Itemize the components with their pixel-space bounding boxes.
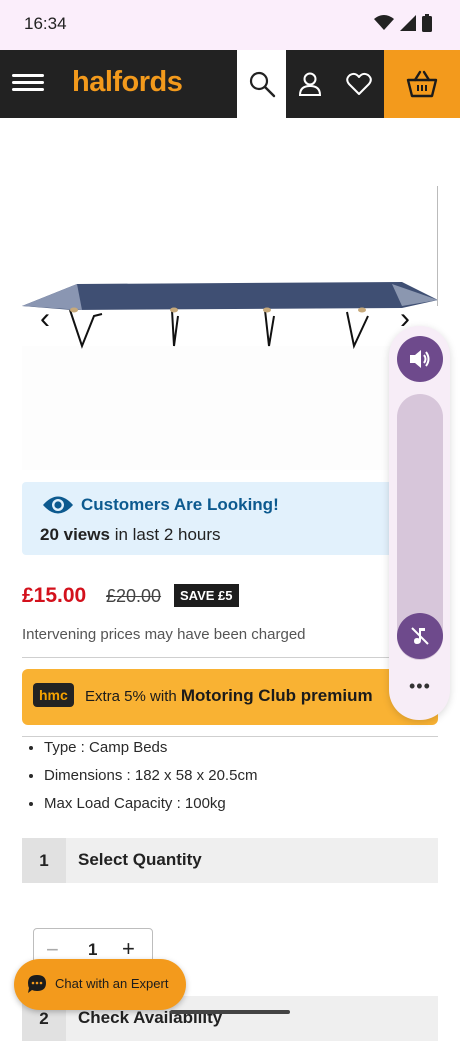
save-badge: SAVE £5 [174, 584, 239, 607]
looking-title: Customers Are Looking! [81, 495, 279, 514]
carousel-prev-icon[interactable]: ‹ [40, 304, 50, 334]
heart-icon [346, 72, 372, 95]
chat-label: Chat with an Expert [55, 976, 169, 991]
carousel-divider [437, 186, 438, 306]
signal-icon [400, 15, 416, 31]
basket-button[interactable] [384, 50, 460, 118]
music-muted-icon [411, 627, 429, 645]
customers-looking-banner: Customers Are Looking! 20 views in last … [22, 482, 394, 555]
hmc-text-bold: Motoring Club premium [180, 686, 373, 705]
basket-icon [406, 70, 438, 98]
more-options-icon[interactable]: ••• [409, 676, 431, 697]
quantity-value: 1 [88, 940, 98, 959]
battery-icon [422, 14, 432, 32]
camp-bed-image [22, 282, 438, 470]
hmc-text-prefix: Extra 5% with [85, 688, 177, 705]
volume-button[interactable] [397, 336, 443, 382]
current-price: £15.00 [22, 584, 87, 607]
step-number: 1 [22, 838, 66, 883]
volume-panel: ••• [389, 326, 450, 720]
looking-views: 20 views in last 2 hours [40, 525, 221, 545]
feature-list: Type : Camp Beds Dimensions : 182 x 58 x… [22, 738, 257, 822]
select-quantity-header[interactable]: 1 Select Quantity [22, 838, 438, 883]
halfords-logo[interactable]: halfords [72, 66, 183, 99]
product-image-carousel[interactable]: ‹ › [22, 150, 438, 470]
hmc-text: Extra 5% with Motoring Club premium [85, 686, 373, 706]
menu-icon[interactable] [12, 70, 44, 98]
wifi-icon [374, 15, 394, 30]
search-icon [249, 71, 275, 98]
wishlist-button[interactable] [336, 50, 382, 118]
search-button[interactable] [237, 50, 286, 118]
eye-icon [43, 496, 73, 514]
feature-item: Type : Camp Beds [44, 738, 257, 766]
feature-item: Dimensions : 182 x 58 x 20.5cm [44, 766, 257, 794]
account-icon [298, 72, 322, 96]
status-bar: 16:34 [0, 0, 460, 50]
divider [22, 736, 438, 737]
divider [22, 657, 438, 658]
step-label: Select Quantity [78, 850, 202, 869]
status-icons [374, 14, 432, 32]
chat-bubble-icon [28, 975, 46, 993]
views-suffix: in last 2 hours [114, 525, 221, 544]
ringer-mute-button[interactable] [397, 613, 443, 659]
motoring-club-banner[interactable]: hmc Extra 5% with Motoring Club premium [22, 669, 438, 725]
hmc-badge: hmc [33, 683, 74, 707]
price-note: Intervening prices may have been charged [22, 626, 306, 643]
home-indicator[interactable] [170, 1010, 290, 1014]
status-time: 16:34 [24, 14, 67, 33]
chat-with-expert-button[interactable]: Chat with an Expert [14, 959, 186, 1010]
views-count: 20 views [40, 525, 110, 544]
was-price: £20.00 [106, 586, 162, 606]
speaker-icon [410, 350, 430, 368]
feature-item: Max Load Capacity : 100kg [44, 794, 257, 822]
account-button[interactable] [288, 50, 332, 118]
